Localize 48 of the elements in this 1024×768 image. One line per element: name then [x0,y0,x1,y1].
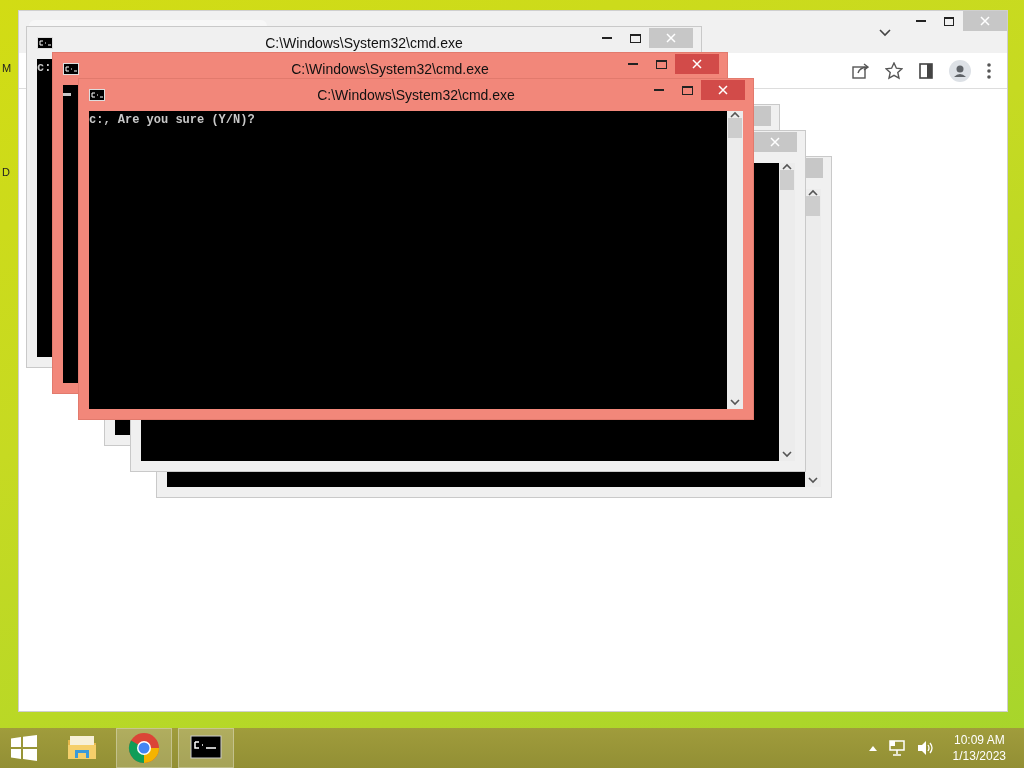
side-panel-icon[interactable] [919,62,933,79]
desktop-icon-label: D [2,165,10,180]
desktop-icon-label: M [2,61,12,76]
scroll-up-icon[interactable] [808,189,818,196]
console-icon [63,63,79,75]
chrome-icon [128,732,160,764]
close-icon [980,16,990,26]
scroll-up-icon[interactable] [782,163,792,170]
scroll-down-icon[interactable] [782,451,792,458]
close-icon [692,59,702,69]
star-icon[interactable] [885,61,903,80]
console-output: c:, Are you sure (Y/N)? [89,113,255,127]
clock-date[interactable]: 1/13/2023 [952,748,1006,764]
volume-icon[interactable] [916,740,933,756]
minimize-icon [916,20,926,22]
close-icon [666,33,676,43]
scroll-down-icon[interactable] [808,477,818,484]
show-hidden-icons-icon[interactable] [868,745,877,751]
window-title: C:\Windows\System32\cmd.exe [265,34,463,53]
maximize-icon [629,33,641,43]
menu-icon[interactable] [987,62,991,79]
scroll-thumb[interactable] [728,118,742,138]
tab-search-icon[interactable] [879,29,891,37]
windows-logo-icon [11,735,37,761]
close-icon [718,85,728,95]
window-title: C:\Windows\System32\cmd.exe [291,60,489,79]
scroll-thumb[interactable] [806,196,820,216]
console-icon [37,37,53,49]
share-icon[interactable] [851,61,869,80]
minimize-icon [602,37,612,39]
scroll-down-icon[interactable] [730,399,740,406]
minimize-icon [628,63,638,65]
taskbar-button[interactable] [178,728,234,768]
maximize-icon [681,85,693,95]
scroll-thumb[interactable] [780,170,794,190]
scrollbar[interactable] [779,163,795,461]
clock-time[interactable]: 10:09 AM [952,732,1006,748]
network-icon[interactable] [888,740,905,756]
scroll-up-icon[interactable] [730,111,740,118]
window-title: C:\Windows\System32\cmd.exe [317,86,515,105]
scrollbar[interactable] [727,111,743,409]
console-icon [89,89,105,101]
profile-icon[interactable] [949,59,971,82]
maximize-icon [944,16,954,26]
console-output: c: [37,61,52,75]
maximize-icon [655,59,667,69]
minimize-icon [654,89,664,91]
close-icon [770,137,780,147]
